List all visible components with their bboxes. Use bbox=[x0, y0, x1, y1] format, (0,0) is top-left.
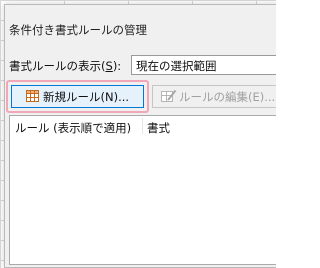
show-rules-label-prefix: 書式ルールの表示( bbox=[9, 59, 106, 73]
new-rule-label: 新規ルール(N)... bbox=[43, 90, 130, 104]
rule-column-header[interactable]: ルール (表示順で適用) bbox=[15, 120, 131, 136]
dialog-title: 条件付き書式ルールの管理 bbox=[9, 23, 147, 37]
rules-scope-select[interactable]: 現在の選択範囲 bbox=[131, 55, 276, 75]
new-rule-grid-icon bbox=[26, 90, 39, 105]
screen: 条件付き書式ルールの管理 書式ルールの表示(S): 現在の選択範囲 新規ルール(… bbox=[0, 0, 276, 268]
column-divider bbox=[142, 118, 143, 134]
edit-rule-label: ルールの編集(E)... bbox=[179, 90, 276, 104]
show-rules-accel-key: S bbox=[105, 59, 113, 73]
show-rules-label: 書式ルールの表示(S): bbox=[9, 58, 121, 74]
rules-scope-value: 現在の選択範囲 bbox=[136, 59, 217, 73]
format-column-header[interactable]: 書式 bbox=[147, 120, 170, 136]
edit-rule-icon bbox=[161, 89, 177, 106]
edit-rule-button[interactable]: ルールの編集(E)... bbox=[152, 85, 276, 108]
show-rules-label-suffix: ): bbox=[112, 59, 122, 73]
rules-list[interactable]: ルール (表示順で適用) 書式 bbox=[9, 115, 276, 265]
new-rule-button[interactable]: 新規ルール(N)... bbox=[11, 85, 144, 108]
